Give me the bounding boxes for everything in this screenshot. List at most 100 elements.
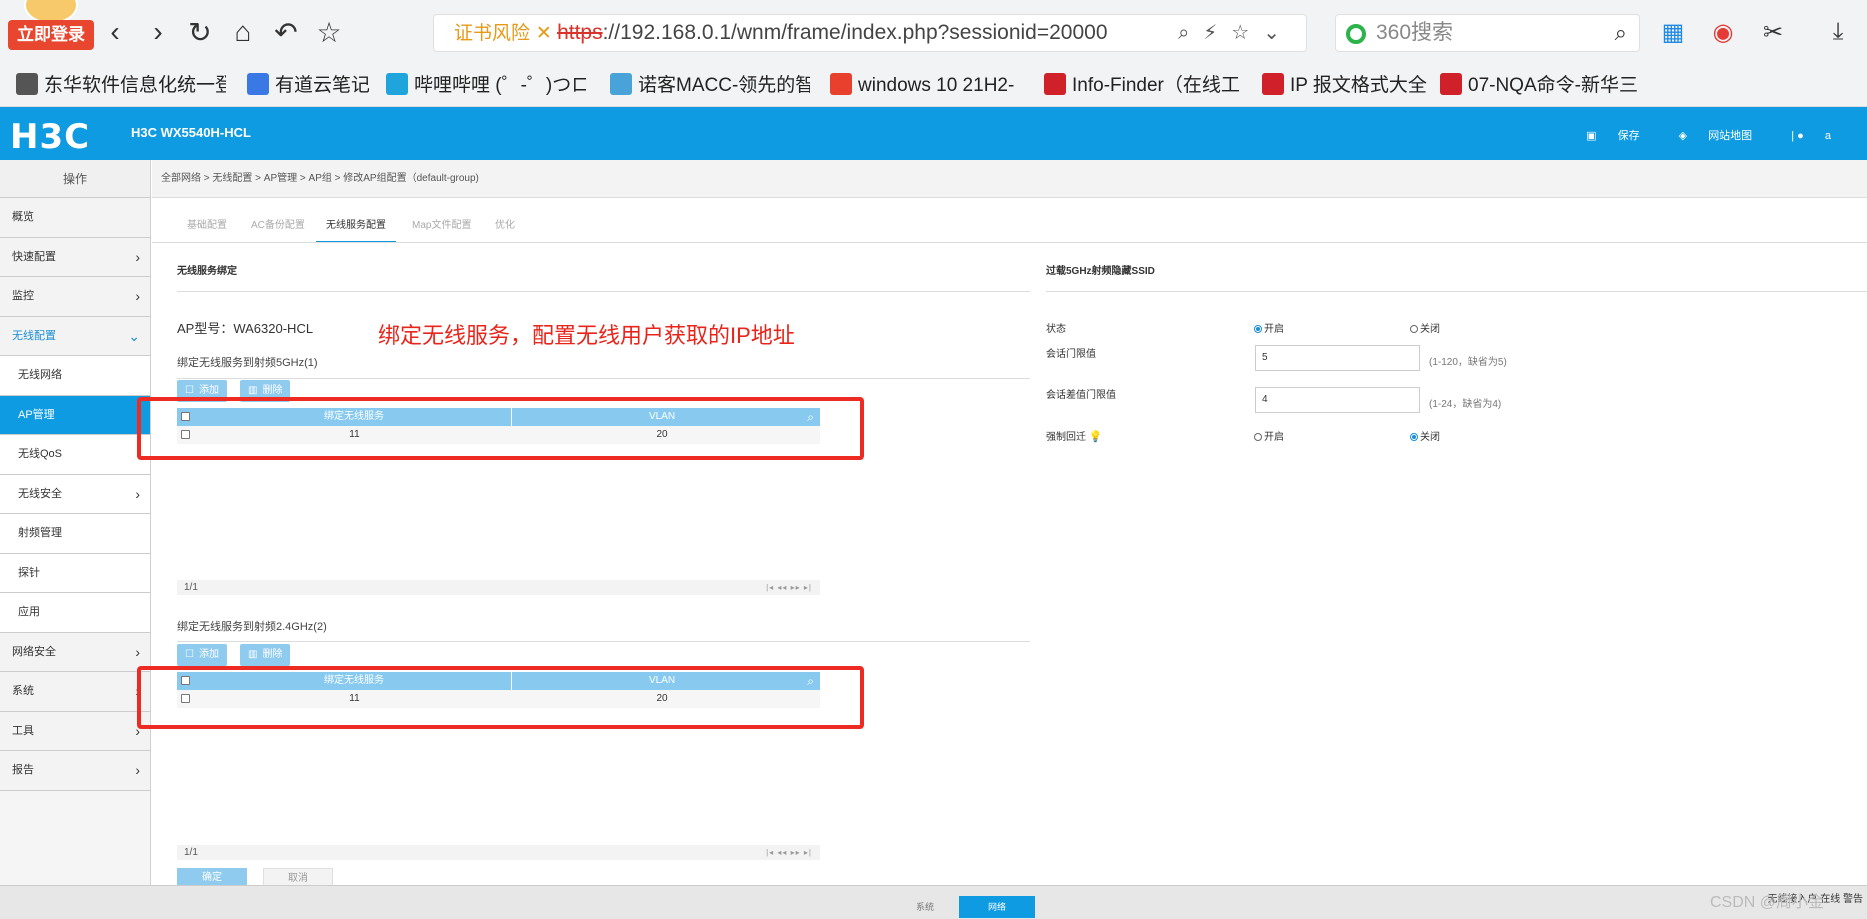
section-title-binding: 无线服务绑定 <box>177 266 237 277</box>
sitemap-link[interactable]: ◈ 网站地图 <box>1679 130 1771 142</box>
sidebar-item-quick-config[interactable]: 快速配置 › <box>0 237 150 277</box>
page-indicator: 1/1 <box>184 582 198 593</box>
breadcrumb: 全部网络 > 无线配置 > AP管理 > AP组 > 修改AP组配置（defau… <box>152 160 1867 198</box>
watermark: CSDN @周小金 <box>1710 894 1825 911</box>
bookmark-icon <box>1044 73 1066 95</box>
forward-icon[interactable]: › <box>140 14 176 50</box>
url-scheme: https <box>557 21 603 44</box>
save-button[interactable]: ▣ 保存 <box>1586 130 1657 142</box>
download-icon[interactable]: ⤓ <box>1820 14 1856 50</box>
tab-divider <box>152 242 1867 243</box>
favorite-star-icon[interactable]: ☆ <box>311 14 347 50</box>
add-icon: ☐ <box>185 385 194 396</box>
bookmark-item[interactable]: Info-Finder（在线工 <box>1044 72 1244 100</box>
pager-24ghz: 1/1 |◂ ◂◂ ▸▸ ▸| <box>177 845 820 860</box>
pager-controls[interactable]: |◂ ◂◂ ▸▸ ▸| <box>766 845 812 860</box>
game-icon[interactable]: ◉ <box>1705 14 1741 50</box>
radio-24ghz-label: 绑定无线服务到射频2.4GHz(2) <box>177 621 327 633</box>
pager-5ghz: 1/1 |◂ ◂◂ ▸▸ ▸| <box>177 580 820 595</box>
apps-grid-icon[interactable]: ▦ <box>1655 14 1691 50</box>
bookmark-item[interactable]: windows 10 21H2- <box>830 72 1023 100</box>
status-off-radio[interactable]: 关闭 <box>1410 320 1440 335</box>
save-icon: ▣ <box>1586 130 1600 142</box>
status-on-radio[interactable]: 开启 <box>1254 320 1284 335</box>
bookmark-icon <box>1440 73 1462 95</box>
search-input[interactable]: 360搜索 ⌕ <box>1335 14 1640 52</box>
bookmark-icon <box>830 73 852 95</box>
home-icon[interactable]: ⌂ <box>225 14 261 50</box>
tab-optimize[interactable]: 优化 <box>485 216 525 243</box>
tab-wireless-service[interactable]: 无线服务配置 <box>316 216 396 243</box>
sidebar-item-wireless-config[interactable]: 无线配置 ⌄ <box>0 316 150 356</box>
tab-map-file[interactable]: Map文件配置 <box>402 216 481 243</box>
user-menu[interactable]: | ● a <box>1791 130 1849 142</box>
search-icon[interactable]: ⌕ <box>1615 15 1627 51</box>
sidebar-item-monitor[interactable]: 监控 › <box>0 277 150 317</box>
lightbulb-icon[interactable]: 💡 <box>1089 431 1103 443</box>
highlight-box <box>137 666 864 729</box>
sidebar-item-application[interactable]: 应用 <box>0 593 150 633</box>
footer-tab-network[interactable]: 网络 <box>959 896 1035 918</box>
address-bar-icons[interactable]: ⌕⚡☆⌄ <box>1178 15 1294 51</box>
address-bar[interactable]: 证书风险 ✕ https://192.168.0.1/wnm/frame/ind… <box>433 14 1307 52</box>
bookmark-icon <box>610 73 632 95</box>
sidebar-item-wireless-qos[interactable]: 无线QoS <box>0 435 150 475</box>
sidebar-item-network-security[interactable]: 网络安全 › <box>0 632 150 672</box>
divider <box>177 641 1030 642</box>
section-title-hide-ssid: 过载5GHz射频隐藏SSID <box>1046 266 1155 277</box>
bookmark-icon <box>16 73 38 95</box>
sidebar-item-tools[interactable]: 工具 › <box>0 711 150 751</box>
bookmark-item[interactable]: 哔哩哔哩 (゜-゜)つロ <box>386 72 586 100</box>
footer-tab-system[interactable]: 系统 <box>900 896 950 918</box>
bookmark-item[interactable]: 东华软件信息化统一登 <box>16 72 226 100</box>
cert-warning[interactable]: 证书风险 <box>454 23 530 44</box>
add-button-24ghz[interactable]: ☐ 添加 <box>177 644 227 666</box>
back-icon[interactable]: ‹ <box>97 14 133 50</box>
sidebar-item-probe[interactable]: 探针 <box>0 553 150 593</box>
bookmark-icon <box>1262 73 1284 95</box>
bookmark-item[interactable]: IP 报文格式大全 <box>1262 72 1432 100</box>
tab-ac-backup[interactable]: AC备份配置 <box>241 216 315 243</box>
pager-controls[interactable]: |◂ ◂◂ ▸▸ ▸| <box>766 580 812 595</box>
divider <box>177 291 1030 292</box>
footer-bar: 系统 网络 无线接入户 在线 警告 <box>0 885 1867 919</box>
tab-basic-config[interactable]: 基础配置 <box>177 216 237 243</box>
delete-button-24ghz[interactable]: ▥ 删除 <box>240 644 291 666</box>
radio-unchecked-icon <box>1254 433 1262 441</box>
tab-bar: 基础配置 AC备份配置 无线服务配置 Map文件配置 优化 <box>152 198 1867 406</box>
sidebar-item-wireless-security[interactable]: 无线安全 › <box>0 474 150 514</box>
browser-toolbar: 立即登录 ‹ › ↻ ⌂ ↶ ☆ 证书风险 ✕ https://192.168.… <box>0 0 1867 66</box>
sidebar-item-wireless-network[interactable]: 无线网络 <box>0 356 150 396</box>
session-threshold-input[interactable]: 5 <box>1255 345 1420 371</box>
bookmark-item[interactable]: 诺客MACC-领先的智 <box>610 72 810 100</box>
session-diff-label: 会话差值门限值 <box>1046 390 1116 401</box>
trash-icon: ▥ <box>248 649 258 660</box>
ap-model-label: AP型号：WA6320-HCL <box>177 321 314 336</box>
divider <box>1046 291 1867 292</box>
force-on-radio[interactable]: 开启 <box>1254 428 1284 443</box>
radio-checked-icon <box>1410 433 1418 441</box>
session-diff-input[interactable]: 4 <box>1255 387 1420 413</box>
login-button[interactable]: 立即登录 <box>8 20 94 50</box>
sidebar-item-radio-management[interactable]: 射频管理 <box>0 514 150 554</box>
search-placeholder: 360搜索 <box>1376 21 1454 44</box>
scissors-icon[interactable]: ✂ <box>1755 14 1791 50</box>
add-icon: ☐ <box>185 649 194 660</box>
bookmark-icon <box>386 73 408 95</box>
sidebar-item-system[interactable]: 系统 › <box>0 672 150 712</box>
sidebar-item-overview[interactable]: 概览 <box>0 198 150 238</box>
highlight-box <box>137 397 864 460</box>
undo-close-icon[interactable]: ↶ <box>268 14 304 50</box>
brand-logo: H3C <box>10 117 91 157</box>
status-label: 状态 <box>1046 324 1066 335</box>
sidebar-item-ap-management[interactable]: AP管理 <box>0 395 150 435</box>
reload-icon[interactable]: ↻ <box>182 14 218 50</box>
bookmark-item[interactable]: 有道云笔记 <box>247 72 369 100</box>
device-model: H3C WX5540H-HCL <box>131 125 251 140</box>
bookmark-icon <box>247 73 269 95</box>
sidebar-item-reports[interactable]: 报告 › <box>0 751 150 791</box>
force-off-radio[interactable]: 关闭 <box>1410 428 1440 443</box>
sidebar-title: 操作 <box>0 160 150 198</box>
radio-unchecked-icon <box>1410 325 1418 333</box>
bookmark-item[interactable]: 07-NQA命令-新华三 <box>1440 72 1640 100</box>
